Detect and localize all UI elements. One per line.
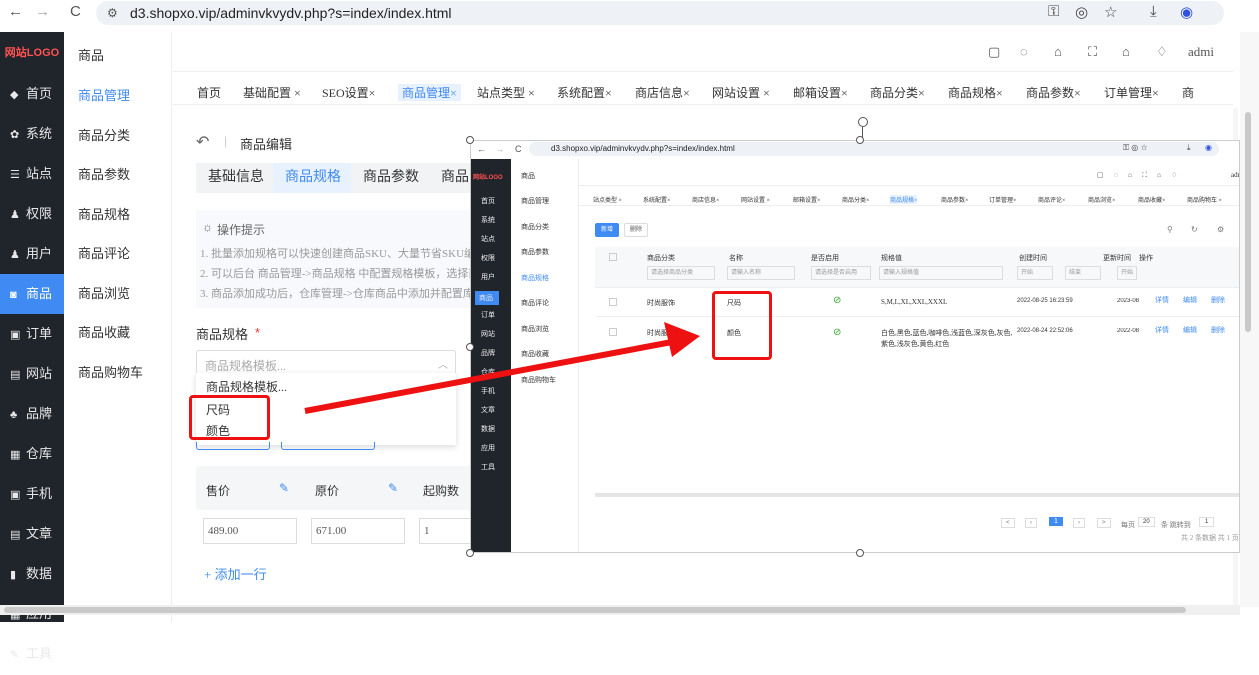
horizontal-scrollbar[interactable] xyxy=(0,605,1240,615)
scrollbar-thumb[interactable] xyxy=(4,607,1186,613)
resize-handle[interactable] xyxy=(856,549,864,557)
resize-handle[interactable] xyxy=(466,343,474,351)
resize-handle[interactable] xyxy=(856,136,864,144)
resize-handle[interactable] xyxy=(466,136,474,144)
sidebar-item-label: 工具 xyxy=(26,646,53,661)
rotate-handle[interactable] xyxy=(858,117,868,127)
sidebar-item[interactable]: ✎ 工具 xyxy=(0,634,64,674)
sidebar-icon: ✎ xyxy=(10,649,20,661)
annotation-arrow xyxy=(304,322,700,414)
vertical-scrollbar[interactable] xyxy=(1240,32,1259,607)
rotate-handle-stem xyxy=(862,127,863,137)
scrollbar-thumb[interactable] xyxy=(1245,112,1251,332)
resize-handle[interactable] xyxy=(466,549,474,557)
